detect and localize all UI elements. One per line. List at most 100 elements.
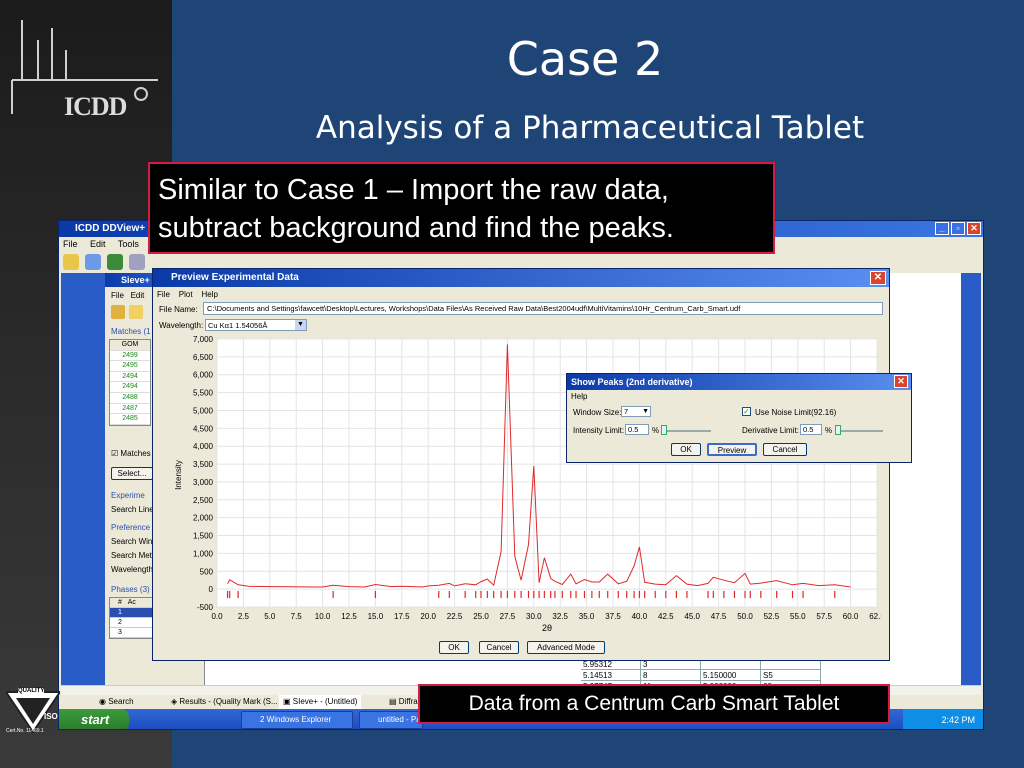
x-tick-label: 2.5 <box>238 612 250 621</box>
task-windows-explorer[interactable]: 2 Windows Explorer <box>241 711 353 729</box>
advanced-mode-button[interactable]: Advanced Mode <box>527 641 605 654</box>
x-tick-label: 45.0 <box>684 612 700 621</box>
y-tick-label: 7,000 <box>193 335 214 344</box>
matches-checkbox[interactable]: ☑ Matches <box>111 449 151 458</box>
table-row[interactable]: 2499 <box>110 351 150 362</box>
table-row[interactable]: 2495 <box>110 361 150 372</box>
preview-menu-file[interactable]: File <box>157 290 170 299</box>
chevron-down-icon: ▼ <box>642 408 649 415</box>
preview-ok-button[interactable]: OK <box>439 641 469 654</box>
table-row[interactable]: 2485 <box>110 414 150 425</box>
preview-titlebar: Preview Experimental Data ✕ <box>153 269 889 287</box>
task-untitled-paint[interactable]: untitled - Pa <box>359 711 423 729</box>
experiment-label: Experime <box>111 491 145 500</box>
window-size-select[interactable]: 7 ▼ <box>621 406 651 417</box>
sieve-menu-file[interactable]: File <box>111 291 124 300</box>
window-size-label: Window Size: <box>573 408 622 417</box>
intensity-limit-field[interactable]: 0.5 <box>625 424 649 435</box>
gom-table: GOM 2499 2495 2494 2494 2488 2487 2485 <box>109 339 151 426</box>
intensity-slider[interactable] <box>661 430 711 432</box>
wavelength-select[interactable]: Cu Kα1 1.54056Å ▼ <box>205 319 307 331</box>
wavelength-label: Wavelength <box>111 565 153 574</box>
notes-icon[interactable] <box>63 254 79 270</box>
filename-field[interactable]: C:\Documents and Settings\fawcett\Deskto… <box>203 302 883 315</box>
filename-label: File Name: <box>159 305 198 314</box>
noise-limit-label: Use Noise Limit <box>755 408 812 417</box>
table-row[interactable]: 2487 <box>110 404 150 415</box>
table-row[interactable]: 5.14513 8 5.150000 S5 <box>581 670 821 681</box>
intensity-slider-thumb[interactable] <box>661 425 667 435</box>
preference-label: Preference <box>111 523 151 532</box>
derivative-slider-thumb[interactable] <box>835 425 841 435</box>
preview-close-button[interactable]: ✕ <box>870 271 886 285</box>
x-axis-label: 2θ <box>542 623 552 633</box>
slide-subtitle: Analysis of a Pharmaceutical Tablet <box>315 110 865 146</box>
search-tab[interactable]: ◉ Search <box>99 695 134 709</box>
peaks-close-button[interactable]: ✕ <box>894 375 908 388</box>
derivative-limit-label: Derivative Limit: <box>742 426 799 435</box>
main-window-title: ICDD DDView+ <box>75 223 146 234</box>
diffra-tab[interactable]: ▤ Diffra <box>389 695 418 709</box>
table-row[interactable]: 2494 <box>110 382 150 393</box>
open-folder-icon[interactable] <box>111 305 125 319</box>
peaks-menu-help[interactable]: Help <box>571 392 587 401</box>
minimize-button[interactable]: _ <box>935 222 949 235</box>
x-tick-label: 35.0 <box>579 612 595 621</box>
tools-icon[interactable] <box>129 254 145 270</box>
phase-header-num: # <box>118 599 122 606</box>
y-tick-label: 2,000 <box>193 514 214 523</box>
preview-menu-help[interactable]: Help <box>201 290 217 299</box>
preview-title: Preview Experimental Data <box>171 272 299 283</box>
preview-menu-plot[interactable]: Plot <box>179 290 193 299</box>
menu-edit[interactable]: Edit <box>90 239 106 249</box>
x-tick-label: 5.0 <box>264 612 276 621</box>
x-tick-label: 37.5 <box>605 612 621 621</box>
matches-checkbox-label: Matches <box>120 449 151 458</box>
menu-file[interactable]: File <box>63 239 78 249</box>
table-row[interactable]: 2494 <box>110 372 150 383</box>
intensity-limit-label: Intensity Limit: <box>573 426 625 435</box>
search-tab-label: Search <box>108 697 134 706</box>
x-tick-label: 25.0 <box>473 612 489 621</box>
x-tick-label: 15.0 <box>368 612 384 621</box>
start-button[interactable]: start <box>59 709 129 729</box>
sieve-menu-edit[interactable]: Edit <box>131 291 145 300</box>
peaks-ok-button[interactable]: OK <box>671 443 701 456</box>
x-tick-label: 17.5 <box>394 612 410 621</box>
x-tick-label: 10.0 <box>315 612 331 621</box>
table-row[interactable]: 2488 <box>110 393 150 404</box>
preview-dialog: Preview Experimental Data ✕ File Plot He… <box>152 268 890 661</box>
maximize-button[interactable]: ▫ <box>951 222 965 235</box>
x-tick-label: 30.0 <box>526 612 542 621</box>
peaks-preview-button[interactable]: Preview <box>707 443 757 456</box>
sieve-tab[interactable]: ▣ SIeve+ - (Untitled) <box>279 695 362 709</box>
x-tick-label: 27.5 <box>500 612 516 621</box>
preview-cancel-button[interactable]: Cancel <box>479 641 519 654</box>
x-tick-label: 7.5 <box>291 612 303 621</box>
x-tick-label: 57.5 <box>816 612 832 621</box>
noise-limit-checkbox[interactable]: ✓ <box>742 407 751 416</box>
chevron-down-icon[interactable]: ▼ <box>295 320 306 330</box>
folder-icon[interactable] <box>129 305 143 319</box>
y-tick-label: 500 <box>200 567 214 576</box>
checklist-icon[interactable] <box>85 254 101 270</box>
right-blue-panel <box>961 273 981 685</box>
peaks-cancel-button[interactable]: Cancel <box>763 443 807 456</box>
quick-launch-icons[interactable] <box>147 713 207 727</box>
matches-label: Matches (1 <box>111 327 151 336</box>
menu-tools[interactable]: Tools <box>118 239 139 249</box>
close-button[interactable]: ✕ <box>967 222 981 235</box>
y-tick-label: 6,000 <box>193 371 214 380</box>
globe-icon[interactable] <box>107 254 123 270</box>
results-tab[interactable]: ◈ Results - (Quality Mark (S... <box>171 695 278 709</box>
y-tick-label: 5,000 <box>193 406 214 415</box>
system-clock: 2:42 PM <box>903 709 983 729</box>
derivative-limit-field[interactable]: 0.5 <box>800 424 822 435</box>
window-size-value: 7 <box>624 407 629 416</box>
derivative-slider[interactable] <box>835 430 883 432</box>
y-tick-label: -500 <box>197 603 214 612</box>
y-tick-label: 1,500 <box>193 532 214 541</box>
x-tick-label: 42.5 <box>658 612 674 621</box>
search-window-label: Search Win <box>111 537 153 546</box>
select-button[interactable]: Select... <box>111 467 153 480</box>
